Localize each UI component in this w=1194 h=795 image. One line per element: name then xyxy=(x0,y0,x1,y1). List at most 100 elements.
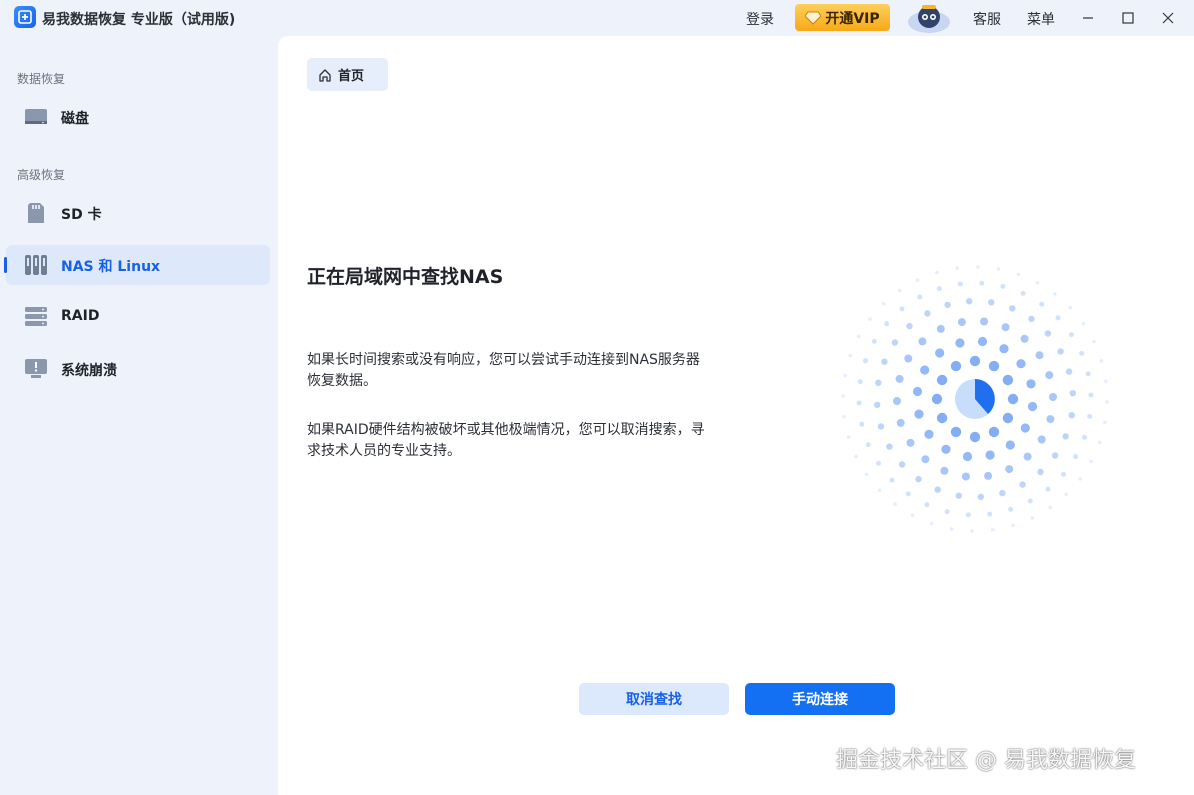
radar-dot xyxy=(893,502,897,506)
radar-dot xyxy=(1008,506,1014,512)
radar-dot xyxy=(1081,321,1086,326)
radar-dot xyxy=(1005,440,1015,450)
radar-dot xyxy=(955,492,962,499)
radar-dot xyxy=(1019,481,1026,488)
sidebar-item-disk[interactable]: 磁盘 xyxy=(6,97,270,137)
radar-dot xyxy=(924,429,934,439)
radar-dot xyxy=(999,489,1006,497)
radar-dot xyxy=(1027,401,1038,412)
radar-dot xyxy=(1048,505,1053,510)
radar-dot xyxy=(996,267,1001,271)
radar-dot xyxy=(962,451,973,462)
radar-dot xyxy=(1089,459,1094,464)
radar-dot xyxy=(936,286,942,292)
radar-dot xyxy=(957,281,963,287)
radar-dot xyxy=(944,301,951,309)
radar-dot xyxy=(961,472,970,481)
avatar[interactable] xyxy=(906,2,952,34)
menu-link[interactable]: 菜单 xyxy=(1027,9,1055,29)
radar-dot xyxy=(936,324,945,333)
app-title: 易我数据恢复 专业版（试用版) xyxy=(42,12,236,28)
radar-dot xyxy=(886,443,893,450)
radar-dot xyxy=(877,488,882,493)
radar-dot xyxy=(1065,368,1073,375)
radar-dot xyxy=(1020,423,1030,433)
radar-dot xyxy=(924,310,931,317)
radar-dot xyxy=(949,527,954,531)
radar-dot xyxy=(1097,440,1102,445)
radar-dot xyxy=(1069,332,1074,338)
radar-dot xyxy=(940,466,949,475)
radar-dot xyxy=(987,511,993,517)
radar-dot xyxy=(1099,359,1104,363)
app-logo-icon xyxy=(14,6,36,28)
radar-dot xyxy=(1087,413,1093,419)
radar-dot xyxy=(1002,374,1014,386)
radar-dot xyxy=(904,354,913,363)
radar-dot xyxy=(1000,283,1006,289)
radar-dot xyxy=(1016,359,1026,369)
radar-dot xyxy=(891,339,899,346)
sidebar-item-system-crash[interactable]: 系统崩溃 xyxy=(6,349,270,389)
minimize-icon[interactable] xyxy=(1076,6,1100,30)
disk-icon xyxy=(24,106,48,128)
radar-dot xyxy=(965,512,971,518)
hint-2-line-1: 如果RAID硬件结构被破坏或其他极端情况，您可以取消搜索，寻 xyxy=(307,422,705,438)
radar-dot xyxy=(1035,351,1044,360)
radar-dot xyxy=(988,360,1000,372)
radar-dot xyxy=(1016,272,1021,277)
support-link[interactable]: 客服 xyxy=(973,9,1001,29)
raid-icon xyxy=(24,306,48,328)
radar-dot xyxy=(1060,471,1066,477)
radar-dot xyxy=(979,280,985,286)
radar-dot xyxy=(906,322,913,330)
hint-1-line-2: 恢复数据。 xyxy=(307,373,377,389)
maximize-icon[interactable] xyxy=(1116,6,1140,30)
radar-dot xyxy=(1037,468,1044,476)
radar-dot xyxy=(856,334,861,339)
radar-dot xyxy=(884,321,890,327)
radar-dot xyxy=(969,431,981,443)
radar-dot xyxy=(988,299,995,306)
radar-dot xyxy=(1045,486,1051,492)
radar-dot xyxy=(912,386,923,397)
radar-dot xyxy=(1020,290,1026,296)
login-link[interactable]: 登录 xyxy=(746,9,774,29)
breadcrumb-home[interactable]: 首页 xyxy=(307,58,388,91)
vip-button[interactable]: 开通VIP xyxy=(795,4,890,31)
nas-icon xyxy=(24,254,48,276)
sidebar-item-sd-card[interactable]: SD 卡 xyxy=(6,193,270,233)
radar-dot xyxy=(1078,477,1082,481)
radar-dot xyxy=(898,461,906,468)
radar-dot xyxy=(906,438,915,447)
close-icon[interactable] xyxy=(1156,6,1180,30)
sidebar-item-raid[interactable]: RAID xyxy=(6,297,270,337)
radar-dot xyxy=(1028,315,1035,323)
radar-dot xyxy=(874,401,881,408)
radar-dot xyxy=(1049,393,1057,401)
sidebar-item-nas-linux[interactable]: NAS 和 Linux xyxy=(4,245,270,285)
radar-dot xyxy=(1073,454,1079,460)
radar-dot xyxy=(1009,305,1016,312)
radar-dot xyxy=(1062,433,1069,440)
radar-dot xyxy=(1002,412,1014,424)
radar-dot xyxy=(1011,523,1015,528)
watermark: 掘金技术社区 @ 易我数据恢复 xyxy=(836,748,1136,773)
hint-1-line-1: 如果长时间搜索或没有响应，您可以尝试手动连接到NAS服务器 xyxy=(307,352,700,368)
radar-dot xyxy=(859,421,865,427)
radar-dot xyxy=(1037,435,1046,444)
manual-connect-button[interactable]: 手动连接 xyxy=(745,683,895,715)
radar-dot xyxy=(917,294,923,300)
cancel-search-button[interactable]: 取消查找 xyxy=(579,683,729,715)
radar-dot xyxy=(999,344,1009,354)
radar-dot xyxy=(1103,420,1107,425)
radar-dot xyxy=(921,455,930,464)
radar-dot xyxy=(988,426,1000,438)
radar-dot xyxy=(857,379,863,385)
vip-button-label: 开通VIP xyxy=(825,10,880,27)
radar-dot xyxy=(1055,315,1061,321)
radar-dot xyxy=(1064,492,1069,497)
searching-radar-animation xyxy=(841,265,1109,533)
radar-dot xyxy=(864,472,869,477)
radar-dot xyxy=(868,317,872,321)
